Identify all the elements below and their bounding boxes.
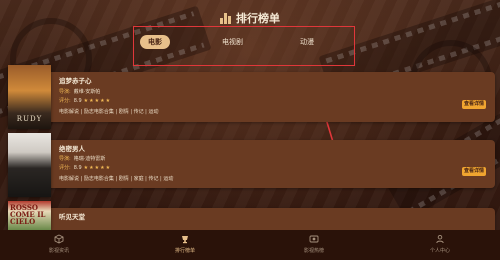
nav-item-news[interactable]: 影视资讯 — [29, 234, 89, 254]
movie-title: 追梦赤子心 — [59, 77, 92, 85]
nav-item-profile[interactable]: 个人中心 — [410, 234, 470, 254]
rating-stars: ★★★★★ — [83, 98, 112, 104]
tab-anime[interactable]: 动漫 — [292, 35, 322, 49]
rank-icon — [182, 236, 188, 244]
view-details-button[interactable]: 查看详情 — [462, 100, 486, 109]
page-header: 排行榜单 — [0, 8, 500, 28]
poster-title-text: RUDY — [16, 115, 43, 123]
nav-label: 个人中心 — [429, 248, 450, 254]
nav-item-hot-list[interactable]: 影视热榜 — [284, 234, 344, 254]
tab-movie[interactable]: 电影 — [140, 35, 170, 49]
nav-item-ranking[interactable]: 排行榜单 — [155, 234, 215, 254]
view-details-button[interactable]: 查看详情 — [462, 167, 486, 176]
poster-title-text: ROSSO COME IL CIELO — [10, 203, 46, 226]
bottom-navigation: 影视资讯 排行榜单 影视热榜 个人中心 — [0, 230, 500, 260]
nav-label: 影视热榜 — [303, 248, 324, 254]
movie-tags: 电影解说 | 励志电影合集 | 剧情 | 传记 | 运动 — [59, 109, 159, 115]
movie-rating: 评分: 8.9 ★★★★★ — [59, 165, 112, 171]
movie-poster[interactable] — [8, 133, 51, 197]
movie-tags: 电影解说 | 励志电影合集 | 剧情 | 家庭 | 传记 | 运动 — [59, 176, 174, 182]
tab-tv-series[interactable]: 电视剧 — [214, 35, 251, 49]
movie-card[interactable]: 绝密男人 导演: 格瑞·迪特雷斯 评分: 8.9 ★★★★★ 电影解说 | 励志电影合… — [8, 133, 495, 197]
person-icon — [436, 234, 444, 244]
movie-director: 导演: 戴维·安斯帕 — [59, 89, 101, 95]
movie-card[interactable]: ROSSO COME IL CIELO 听见天堂 — [8, 201, 495, 230]
movie-poster[interactable]: ROSSO COME IL CIELO — [8, 201, 51, 230]
movie-title: 绝密男人 — [59, 145, 85, 153]
nav-label: 影视资讯 — [48, 248, 69, 254]
movie-poster[interactable]: RUDY — [8, 65, 51, 129]
movie-title: 听见天堂 — [59, 213, 85, 221]
movie-rating: 评分: 8.9 ★★★★★ — [59, 98, 112, 104]
cube-icon — [54, 234, 64, 244]
rating-stars: ★★★★★ — [83, 165, 112, 171]
page-title: 排行榜单 — [236, 12, 280, 25]
nav-label: 排行榜单 — [174, 248, 195, 254]
bar-chart-icon — [220, 12, 231, 24]
film-icon — [309, 235, 319, 243]
movie-card[interactable]: RUDY 追梦赤子心 导演: 戴维·安斯帕 评分: 8.9 ★★★★★ 电影解说 | … — [8, 65, 495, 129]
movie-director: 导演: 格瑞·迪特雷斯 — [59, 156, 106, 162]
